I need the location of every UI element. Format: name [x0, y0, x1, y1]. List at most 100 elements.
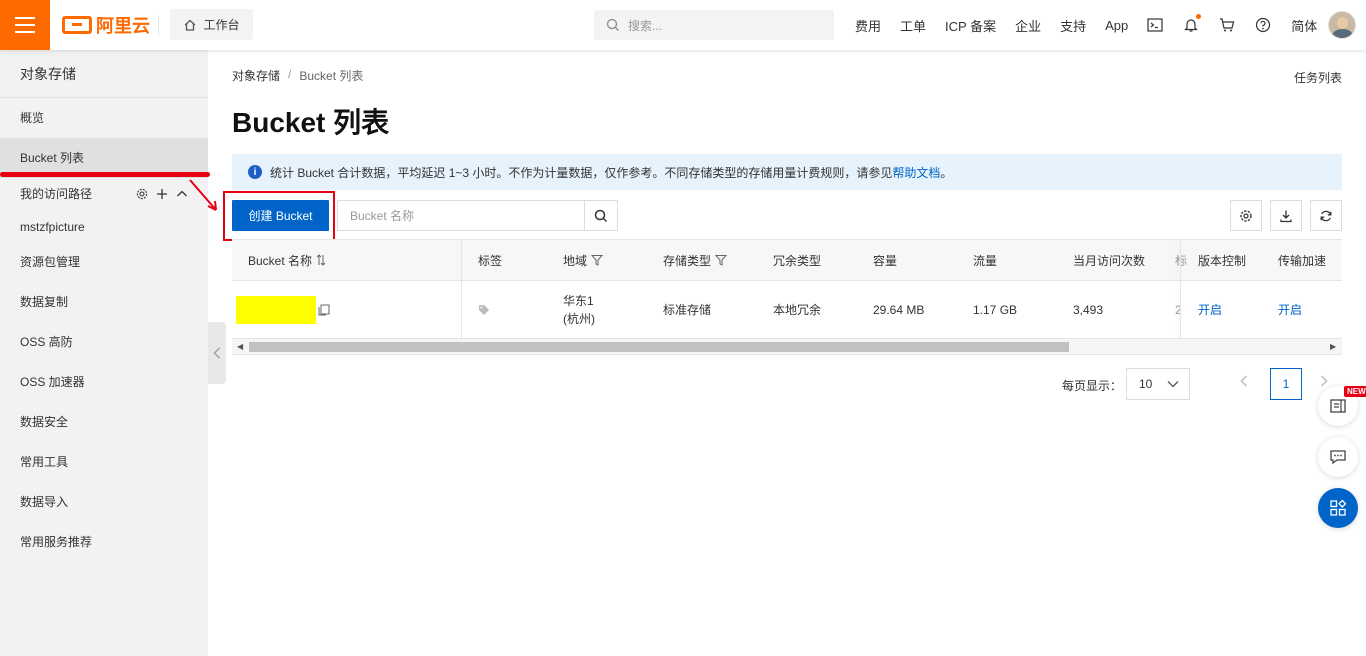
sidebar-item-data-security[interactable]: 数据安全 — [0, 402, 208, 442]
download-icon — [1280, 210, 1292, 222]
floating-apps-button[interactable] — [1318, 488, 1358, 528]
bell-icon[interactable] — [1183, 14, 1202, 33]
nav-icp[interactable]: ICP 备案 — [945, 16, 996, 35]
hamburger-menu-button[interactable] — [0, 0, 50, 50]
col-header-region[interactable]: 地域 — [563, 240, 604, 280]
scroll-right-arrow-icon[interactable]: ▶ — [1330, 342, 1336, 351]
table-header: Bucket 名称 标签 地域 存储类型 冗余类型 容量 流量 当月访问次数 标… — [232, 239, 1342, 281]
capacity-cell: 29.64 MB — [873, 302, 925, 317]
task-list-link[interactable]: 任务列表 — [1294, 69, 1342, 86]
bucket-name-search-input[interactable] — [338, 201, 584, 230]
per-page-select[interactable]: 10 — [1126, 368, 1190, 400]
sidebar-item-oss-ddos[interactable]: OSS 高防 — [0, 322, 208, 362]
sidebar-item-mstzfpicture[interactable]: mstzfpicture — [0, 207, 208, 247]
traffic-cell: 1.17 GB — [973, 302, 1018, 317]
fixed-column-shadow — [1180, 240, 1181, 280]
col-header-capacity: 容量 — [873, 253, 898, 268]
prev-page-button[interactable] — [1240, 374, 1248, 392]
create-bucket-button[interactable]: 创建 Bucket — [232, 200, 329, 231]
sidebar-group-label: 我的访问路径 — [20, 187, 93, 201]
storage-type-cell: 标准存储 — [663, 303, 712, 317]
column-divider — [461, 240, 462, 280]
add-icon[interactable] — [156, 188, 168, 200]
user-avatar[interactable] — [1328, 11, 1356, 39]
sidebar-item-recommended-services[interactable]: 常用服务推荐 — [0, 522, 208, 562]
sidebar-item-resource-packages[interactable]: 资源包管理 — [0, 242, 208, 282]
sidebar-item-common-tools[interactable]: 常用工具 — [0, 442, 208, 482]
breadcrumb-separator: / — [288, 67, 292, 81]
page-title: Bucket 列表 — [232, 107, 390, 138]
nav-fees[interactable]: 费用 — [855, 16, 881, 35]
col-header-traffic: 流量 — [973, 253, 998, 268]
cart-icon[interactable] — [1219, 17, 1235, 33]
col-header-label: Bucket 名称 — [248, 253, 313, 268]
filter-icon[interactable] — [591, 254, 604, 266]
search-placeholder: 搜索... — [628, 18, 663, 33]
col-header-label: 存储类型 — [663, 253, 712, 268]
breadcrumb-current: Bucket 列表 — [299, 69, 364, 83]
workbench-button[interactable]: 工作台 — [170, 9, 253, 40]
sidebar-item-data-import[interactable]: 数据导入 — [0, 482, 208, 522]
table-settings-button[interactable] — [1230, 200, 1262, 231]
help-icon[interactable] — [1255, 17, 1271, 33]
col-header-versioning: 版本控制 — [1198, 240, 1247, 280]
page-number-button[interactable]: 1 — [1270, 368, 1302, 400]
col-header-bucket-name[interactable]: Bucket 名称 — [248, 240, 326, 280]
terminal-icon[interactable] — [1147, 17, 1163, 33]
new-badge: NEW — [1344, 386, 1366, 397]
sidebar-item-data-replication[interactable]: 数据复制 — [0, 282, 208, 322]
chevron-left-icon — [1240, 375, 1247, 387]
sidebar-item-overview[interactable]: 概览 — [0, 98, 208, 138]
bucket-search — [337, 200, 618, 231]
col-header-monthly-visits: 当月访问次数 — [1073, 253, 1146, 268]
col-header-redundancy: 冗余类型 — [773, 253, 822, 268]
chevron-right-icon — [1321, 375, 1328, 387]
aliyun-logo[interactable]: 阿里云 — [62, 13, 150, 37]
tag-cell[interactable] — [478, 281, 490, 338]
sidebar-item-oss-accelerator[interactable]: OSS 加速器 — [0, 362, 208, 402]
chat-icon — [1330, 450, 1346, 465]
language-switch[interactable]: 简体 — [1291, 16, 1317, 35]
chevron-down-icon — [1167, 381, 1179, 388]
redacted-bucket-name[interactable] — [236, 296, 316, 324]
nav-app[interactable]: App — [1105, 18, 1128, 33]
scroll-left-arrow-icon[interactable]: ◀ — [237, 342, 243, 351]
nav-support[interactable]: 支持 — [1060, 16, 1086, 35]
refresh-icon — [1320, 210, 1332, 221]
settings-icon[interactable] — [136, 188, 148, 200]
nav-enterprise[interactable]: 企业 — [1015, 16, 1041, 35]
filter-icon[interactable] — [715, 254, 728, 266]
export-button[interactable] — [1270, 200, 1302, 231]
sidebar: 对象存储 概览 Bucket 列表 我的访问路径 mstzfpicture 资源… — [0, 50, 210, 656]
info-icon: i — [248, 165, 262, 179]
book-icon — [1330, 399, 1346, 413]
visits-cell: 3,493 — [1073, 302, 1104, 317]
col-header-label: 地域 — [563, 253, 588, 268]
search-icon — [594, 209, 608, 222]
breadcrumb-root[interactable]: 对象存储 — [232, 67, 280, 84]
annotation-arrow — [189, 179, 217, 211]
top-nav: 费用 工单 ICP 备案 企业 支持 App 简体 — [855, 0, 1336, 50]
copy-icon[interactable] — [318, 304, 330, 316]
global-search-input[interactable]: 搜索... — [594, 10, 834, 40]
nav-ticket[interactable]: 工单 — [900, 16, 926, 35]
refresh-button[interactable] — [1310, 200, 1342, 231]
col-header-storage-type[interactable]: 存储类型 — [663, 240, 728, 280]
search-button[interactable] — [584, 201, 617, 230]
chevron-left-icon — [213, 347, 220, 359]
tag-icon[interactable] — [478, 304, 490, 316]
acceleration-link[interactable]: 开启 — [1278, 281, 1302, 338]
horizontal-scrollbar[interactable]: ◀ ▶ — [232, 339, 1342, 355]
help-doc-link[interactable]: 帮助文档 — [892, 166, 940, 180]
sort-icon[interactable] — [316, 254, 326, 266]
floating-feedback-button[interactable] — [1318, 437, 1358, 477]
search-icon — [606, 18, 619, 31]
sidebar-collapse-toggle[interactable] — [208, 322, 226, 384]
logo-mark-icon — [62, 16, 92, 34]
apps-icon — [1330, 499, 1347, 516]
home-icon — [185, 19, 196, 31]
versioning-link[interactable]: 开启 — [1198, 281, 1222, 338]
scroll-thumb[interactable] — [249, 342, 1069, 352]
table-row: 华东1 (杭州) 标准存储 本地冗余 29.64 MB 1.17 GB 3,49… — [232, 281, 1342, 339]
top-bar: 阿里云 工作台 搜索... 费用 工单 ICP 备案 企业 支持 App 简体 — [0, 0, 1366, 50]
